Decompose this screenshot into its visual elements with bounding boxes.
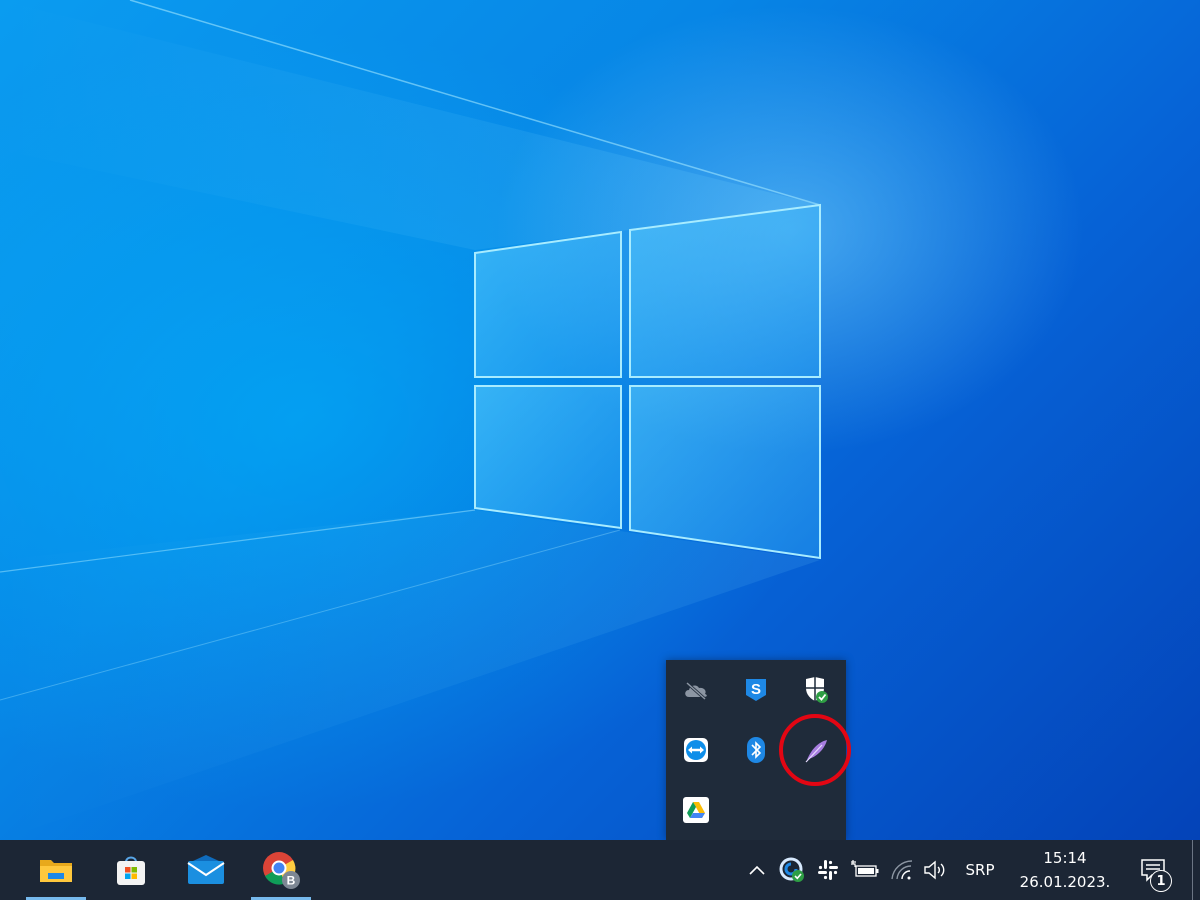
desktop-wallpaper [0, 0, 1200, 840]
mail-button[interactable] [176, 840, 236, 900]
sync-app-icon [779, 857, 804, 882]
show-hidden-icons-button[interactable] [744, 840, 770, 900]
chrome-icon: B [263, 852, 300, 889]
clock-date: 26.01.2023. [1019, 873, 1111, 891]
sophos-icon[interactable]: S [726, 660, 786, 720]
microsoft-store-button[interactable] [101, 840, 161, 900]
file-explorer-icon [40, 860, 72, 882]
windows-logo-wallpaper [0, 0, 821, 840]
mail-icon [187, 855, 225, 884]
speaker-icon [924, 860, 945, 880]
clock[interactable]: 15:14 26.01.2023. [1010, 840, 1120, 900]
chrome-profile-badge: B [287, 874, 296, 888]
action-center-button[interactable] [1128, 840, 1178, 900]
microsoft-store-icon [117, 856, 145, 885]
input-language-indicator[interactable]: SRP [958, 840, 1002, 900]
slack-icon [818, 860, 838, 880]
file-explorer-button[interactable] [26, 840, 86, 900]
notification-count-badge: 1 [1150, 870, 1172, 892]
battery-button[interactable] [848, 840, 882, 900]
google-drive-icon[interactable] [666, 780, 726, 840]
sync-app-tray-button[interactable] [776, 840, 808, 900]
volume-button[interactable] [920, 840, 952, 900]
show-desktop-button[interactable] [1192, 840, 1200, 900]
taskbar: B SRP 15:14 26.01.2023. [0, 840, 1200, 900]
wifi-icon [891, 860, 913, 880]
onedrive-offline-icon[interactable] [666, 660, 726, 720]
chrome-button[interactable]: B [251, 840, 311, 900]
chevron-up-icon [749, 865, 765, 875]
clock-time: 15:14 [1043, 849, 1087, 867]
teamviewer-icon[interactable] [666, 720, 726, 780]
network-button[interactable] [888, 840, 916, 900]
windows-logo-icon [474, 203, 821, 560]
slack-tray-button[interactable] [812, 840, 844, 900]
highlight-circle [779, 714, 851, 786]
sophos-glyph: S [751, 681, 761, 698]
windows-security-icon[interactable] [786, 660, 846, 720]
battery-charging-icon [851, 860, 879, 877]
